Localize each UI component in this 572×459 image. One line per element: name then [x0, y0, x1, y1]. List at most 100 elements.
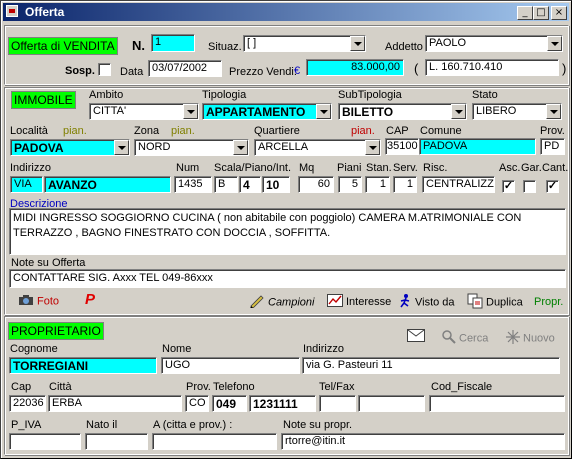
citta-label: Città — [49, 381, 72, 393]
p-button[interactable]: P — [85, 291, 95, 308]
quartiere-select[interactable]: ARCELLA — [254, 139, 381, 156]
cerca-button[interactable]: Cerca — [442, 330, 488, 347]
prezzo-field[interactable]: 83.000,00 — [306, 59, 404, 76]
foto-button[interactable]: Foto — [18, 294, 59, 309]
close-button[interactable]: × — [551, 6, 567, 20]
a-field[interactable] — [152, 433, 277, 450]
chevron-down-icon[interactable] — [316, 104, 331, 119]
interesse-button[interactable]: Interesse — [327, 294, 391, 310]
app-icon — [6, 5, 18, 17]
prop-indirizzo-field[interactable]: via G. Pasteuri 11 — [302, 357, 560, 374]
stato-label: Stato — [472, 89, 498, 101]
notepropr-label: Note su propr. — [283, 419, 353, 431]
prov-field[interactable]: PD — [540, 138, 565, 155]
ambito-select[interactable]: CITTA' — [89, 103, 199, 120]
envelope-icon[interactable] — [407, 329, 425, 345]
comune-field[interactable]: PADOVA — [419, 138, 536, 155]
zona-select[interactable]: NORD — [134, 139, 249, 156]
nome-field[interactable]: UGO — [161, 357, 300, 374]
notepropr-field[interactable]: rtorre@itin.it — [281, 433, 565, 450]
stan-field[interactable]: 1 — [365, 176, 390, 193]
nome-label: Nome — [162, 343, 192, 355]
cap-field[interactable]: 35100 — [385, 138, 419, 155]
magnifier-icon — [442, 330, 456, 347]
telfax-number-field[interactable] — [358, 395, 425, 412]
chevron-down-icon[interactable] — [546, 104, 561, 119]
localita-pian-link[interactable]: pian. — [63, 125, 87, 137]
minimize-button[interactable]: _ — [517, 6, 533, 20]
chevron-down-icon[interactable] — [451, 104, 466, 119]
tipologia-select[interactable]: APPARTAMENTO — [202, 103, 332, 120]
asc-checkbox[interactable]: ✓ — [502, 180, 515, 193]
euro-icon: € — [294, 65, 301, 77]
codfiscale-field[interactable] — [429, 395, 565, 412]
localita-label: Località — [10, 125, 48, 137]
duplica-button[interactable]: Duplica — [467, 293, 523, 312]
via-field[interactable]: VIA — [10, 176, 43, 193]
tel-prefix-field[interactable]: 049 — [212, 395, 247, 412]
risc-label: Risc. — [423, 162, 448, 174]
cant-checkbox[interactable]: ✓ — [546, 180, 559, 193]
subtipologia-select[interactable]: BILETTO — [338, 103, 467, 120]
descrizione-textarea[interactable]: MIDI INGRESSO SOGGIORNO CUCINA ( non abi… — [9, 208, 566, 255]
quartiere-pian-link[interactable]: pian. — [351, 125, 375, 137]
stato-select[interactable]: LIBERO — [472, 103, 562, 120]
zona-value: NORD — [138, 141, 171, 153]
indirizzo-field[interactable]: AVANZO — [44, 176, 171, 193]
num-field[interactable]: 1435 — [174, 176, 212, 193]
localita-value: PADOVA — [14, 141, 64, 155]
chevron-down-icon[interactable] — [114, 140, 129, 155]
maximize-button[interactable]: □ — [533, 6, 549, 20]
a-label: A (citta e prov.) : — [153, 419, 233, 431]
chevron-down-icon[interactable] — [350, 36, 365, 51]
citta-field[interactable]: ERBA — [48, 395, 182, 412]
gar-checkbox[interactable] — [523, 180, 536, 193]
natoil-field[interactable] — [85, 433, 148, 450]
telfax-prefix-field[interactable] — [319, 395, 356, 412]
piano-field[interactable]: 4 — [239, 176, 261, 193]
situaz-label: Situaz. — [208, 41, 242, 53]
addetto-select[interactable]: PAOLO — [425, 35, 563, 52]
quartiere-value: ARCELLA — [258, 141, 309, 153]
descrizione-line-2: TERRAZZO , BAGNO FINESTRATO CON DOCCIA ,… — [13, 227, 331, 239]
chevron-down-icon[interactable] — [183, 104, 198, 119]
note-offerta-field[interactable]: CONTATTARE SIG. Axxx TEL 049-86xxx — [9, 269, 566, 288]
prop-indirizzo-label: Indirizzo — [303, 343, 344, 355]
nuovo-button[interactable]: Nuovo — [506, 330, 555, 347]
prop-cap-field[interactable]: 22036 — [9, 395, 46, 412]
natoil-label: Nato il — [86, 419, 118, 431]
number-field[interactable]: 1 — [151, 34, 195, 52]
camera-icon — [18, 294, 34, 309]
visto-da-button[interactable]: Visto da — [398, 293, 455, 312]
tel-number-field[interactable]: 1231111 — [249, 395, 316, 412]
zona-label: Zona — [134, 125, 160, 137]
piva-field[interactable] — [9, 433, 81, 450]
prop-prov-field[interactable]: CO — [185, 395, 209, 412]
propr-link[interactable]: Propr. — [534, 296, 563, 308]
cognome-field[interactable]: TORREGIANI — [9, 357, 157, 374]
asc-label: Asc. — [499, 162, 521, 174]
int-field[interactable]: 10 — [262, 176, 290, 193]
scala-field[interactable]: B — [214, 176, 238, 193]
proprietario-badge: PROPRIETARIO — [8, 322, 104, 340]
risc-field[interactable]: CENTRALIZZ — [422, 176, 495, 193]
zona-pian-link[interactable]: pian. — [171, 125, 195, 137]
sosp-checkbox[interactable] — [98, 63, 111, 76]
serv-field[interactable]: 1 — [393, 176, 417, 193]
chevron-down-icon[interactable] — [365, 140, 380, 155]
piva-label: P_IVA — [11, 419, 42, 431]
chevron-down-icon[interactable] — [547, 36, 562, 51]
mq-field[interactable]: 60 — [298, 176, 334, 193]
title-bar: Offerta _ □ × — [3, 3, 569, 21]
addetto-label: Addetto — [385, 41, 423, 53]
piani-field[interactable]: 5 — [338, 176, 362, 193]
data-field[interactable]: 03/07/2002 — [148, 60, 222, 77]
situaz-select[interactable]: [ ] — [243, 35, 366, 52]
num-label: Num — [176, 162, 200, 174]
chevron-down-icon[interactable] — [233, 140, 248, 155]
campioni-button[interactable]: Campioni — [249, 294, 314, 311]
prov-label: Prov. — [540, 125, 565, 137]
localita-select[interactable]: PADOVA — [10, 139, 130, 156]
data-label: Data — [120, 66, 144, 78]
prop-prov-label: Prov. — [186, 381, 211, 393]
